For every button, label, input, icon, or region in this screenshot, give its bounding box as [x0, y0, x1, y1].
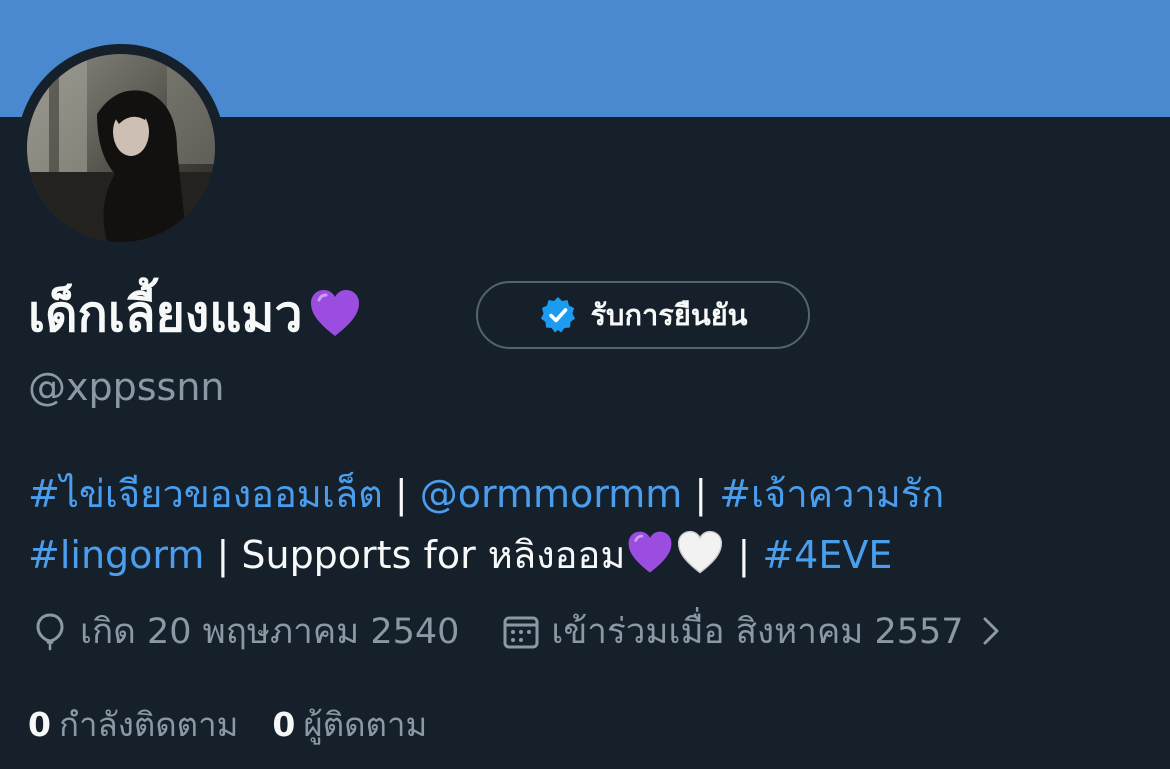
verified-badge-icon [541, 297, 576, 333]
bio-separator: | [682, 472, 720, 516]
white-heart-emoji [678, 530, 723, 574]
mention-link[interactable]: @ormmormm [420, 472, 682, 516]
follow-stats: 0 กำลังติดตาม 0 ผู้ติดตาม [28, 700, 427, 748]
display-name: เด็กเลี้ยงแมว [28, 285, 303, 343]
followers-label: ผู้ติดตาม [303, 704, 428, 744]
profile-meta: เกิด 20 พฤษภาคม 2540 เข้าร่วมเมื่อ สิงหา… [30, 605, 1004, 657]
bio-separator: | [204, 533, 242, 577]
following-label: กำลังติดตาม [58, 704, 239, 744]
joined-item: เข้าร่วมเมื่อ สิงหาคม 2557 [501, 604, 1003, 659]
joined-text: เข้าร่วมเมื่อ สิงหาคม 2557 [551, 611, 964, 652]
bio-text: Supports for หลิงออม [241, 533, 626, 577]
username-handle: @xppssnn [28, 365, 225, 409]
bio-separator: | [725, 533, 763, 577]
following-count: 0 [28, 704, 51, 744]
birthday-text: เกิด 20 พฤษภาคม 2540 [80, 611, 460, 652]
hashtag-link[interactable]: #lingorm [28, 533, 204, 577]
avatar-photo [27, 54, 215, 242]
birthday-item: เกิด 20 พฤษภาคม 2540 [30, 604, 459, 659]
following-link[interactable]: 0 กำลังติดตาม [28, 698, 238, 751]
followers-count: 0 [272, 704, 296, 744]
profile-bio: #ไข่เจียวของออมเล็ต | @ormmormm | #เจ้าค… [28, 464, 1148, 586]
name-row: เด็กเลี้ยงแมว [28, 276, 363, 352]
hashtag-link[interactable]: #ไข่เจียวของออมเล็ต [28, 472, 383, 516]
bio-separator: | [382, 472, 420, 516]
get-verified-label: รับการยืนยัน [590, 298, 748, 332]
calendar-icon [503, 616, 539, 649]
purple-heart-emoji [310, 290, 359, 336]
purple-heart-emoji [628, 531, 672, 573]
followers-link[interactable]: 0 ผู้ติดตาม [272, 698, 427, 751]
hashtag-link[interactable]: #4EVE [762, 533, 892, 577]
get-verified-button[interactable]: รับการยืนยัน [476, 281, 810, 349]
avatar-ring [17, 44, 225, 252]
avatar[interactable] [27, 54, 215, 242]
chevron-right-icon[interactable] [978, 611, 1004, 651]
balloon-icon [36, 613, 64, 651]
hashtag-link[interactable]: #เจ้าความรัก [719, 472, 944, 516]
